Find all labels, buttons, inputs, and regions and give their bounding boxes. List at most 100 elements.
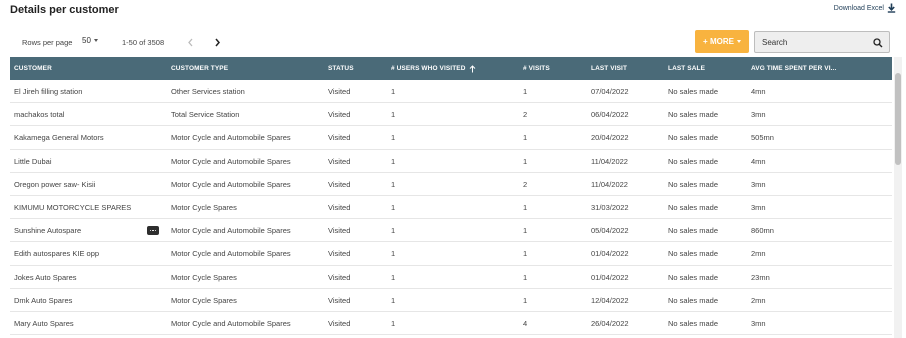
cell-last-sale: No sales made [668, 133, 719, 143]
cell-status: Visited [328, 295, 351, 305]
table-row[interactable]: Oregon power saw- Kisii Motor Cycle and A… [10, 173, 892, 196]
arrow-up-icon [469, 64, 475, 72]
cell-last-visit: 11/04/2022 [591, 179, 628, 189]
cell-last-sale: No sales made [668, 249, 719, 259]
cell-avg-time-spent: 2mn [751, 295, 766, 305]
table-row[interactable]: Dmk Auto Spares Motor Cycle Spares Visited… [10, 289, 892, 312]
cell-status: Visited [328, 318, 351, 328]
cell-customer-type: Motor Cycle and Automobile Spares [171, 318, 291, 328]
previous-page-button[interactable] [184, 35, 196, 49]
next-page-button[interactable] [211, 35, 223, 49]
cell-last-sale: No sales made [668, 87, 719, 96]
download-excel-button[interactable]: Download Excel [834, 3, 896, 13]
column-header-customer[interactable]: CUSTOMER [14, 57, 52, 80]
column-header-status[interactable]: STATUS [328, 57, 354, 80]
column-header-visits[interactable]: # VISITS [523, 57, 550, 80]
table-row[interactable]: Edith autospares KIE opp Motor Cycle and … [10, 242, 892, 266]
cell-last-visit: 06/04/2022 [591, 110, 629, 120]
cell-last-visit: 01/04/2022 [591, 249, 629, 259]
cell-customer: Little Dubai [14, 156, 52, 166]
more-button[interactable]: + MORE [695, 30, 749, 53]
cell-customer: Edith autospares KIE opp [14, 249, 100, 259]
cell-visits: 1 [523, 133, 528, 143]
cell-status: Visited [328, 156, 351, 166]
cell-users-who-visited: 1 [391, 87, 396, 96]
cell-customer: Dmk Auto Spares [14, 295, 73, 305]
cell-customer-type: Other Services station [171, 87, 245, 96]
chevron-down-icon [736, 40, 741, 43]
cell-last-visit: 26/04/2022 [591, 318, 629, 328]
column-header-users-who-visited[interactable]: # USERS WHO VISITED [391, 57, 476, 80]
cell-last-visit: 11/04/2022 [591, 156, 628, 166]
cell-customer-type: Motor Cycle and Automobile Spares [171, 179, 291, 189]
cell-customer: Sunshine Autospare [14, 226, 82, 236]
cell-customer: El Jireh filling station [14, 87, 83, 96]
cell-status: Visited [328, 202, 351, 212]
search-icon[interactable] [873, 38, 883, 48]
column-header-last-sale[interactable]: LAST SALE [668, 57, 705, 80]
cell-customer-type: Motor Cycle Spares [171, 272, 237, 282]
cell-users-who-visited: 1 [391, 295, 396, 305]
cell-last-visit: 05/04/2022 [591, 226, 629, 236]
cell-status: Visited [328, 272, 351, 282]
cell-customer: Mary Auto Spares [14, 318, 74, 328]
cell-customer: Jokes Auto Spares [14, 272, 77, 282]
cell-customer-type: Motor Cycle Spares [171, 295, 237, 305]
cell-status: Visited [328, 133, 351, 143]
cell-users-who-visited: 1 [391, 226, 396, 236]
cell-last-sale: No sales made [668, 295, 719, 305]
more-horizontal-icon[interactable] [147, 226, 159, 236]
column-header-customer-type[interactable]: CUSTOMER TYPE [171, 57, 228, 80]
cell-customer-type: Motor Cycle and Automobile Spares [171, 156, 291, 166]
rows-per-page-select[interactable]: 50 [82, 36, 98, 45]
cell-users-who-visited: 1 [391, 156, 396, 166]
table-row[interactable]: Jokes Auto Spares Motor Cycle Spares Visit… [10, 266, 892, 289]
cell-customer-type: Total Service Station [171, 110, 240, 120]
table-row[interactable]: Sunshine Autospare Motor Cycle and Automo… [10, 219, 892, 243]
scrollbar-thumb[interactable] [895, 73, 901, 165]
cell-users-who-visited: 1 [391, 272, 396, 282]
cell-customer: Kakamega General Motors [14, 133, 104, 143]
cell-last-sale: No sales made [668, 226, 719, 236]
cell-last-sale: No sales made [668, 202, 719, 212]
cell-last-sale: No sales made [668, 179, 719, 189]
cell-visits: 2 [523, 110, 528, 120]
cell-status: Visited [328, 87, 351, 96]
vertical-scrollbar[interactable] [894, 57, 902, 338]
column-header-last-visit[interactable]: LAST VISIT [591, 57, 627, 80]
cell-users-who-visited: 1 [391, 202, 396, 212]
table-row[interactable]: Kakamega General Motors Motor Cycle and A… [10, 126, 892, 150]
page-title: Details per customer [10, 4, 119, 16]
cell-status: Visited [328, 179, 351, 189]
chevron-down-icon [93, 39, 98, 42]
cell-users-who-visited: 1 [391, 249, 396, 259]
cell-avg-time-spent: 3mn [751, 202, 766, 212]
cell-avg-time-spent: 23mn [751, 272, 770, 282]
rows-per-page-label: Rows per page [22, 38, 73, 47]
cell-customer-type: Motor Cycle Spares [171, 202, 237, 212]
cell-visits: 1 [523, 295, 528, 305]
cell-avg-time-spent: 4mn [751, 87, 766, 96]
cell-visits: 1 [523, 272, 528, 282]
table-row[interactable]: machakos total Total Service Station Visit… [10, 103, 892, 127]
cell-status: Visited [328, 249, 351, 259]
cell-avg-time-spent: 4mn [751, 156, 766, 166]
table-row[interactable]: Mary Auto Spares Motor Cycle and Automobi… [10, 312, 892, 336]
table-row[interactable]: Little Dubai Motor Cycle and Automobile S… [10, 150, 892, 173]
rows-per-page-value: 50 [82, 36, 91, 45]
column-header-avg-time-spent[interactable]: AVG TIME SPENT PER VI... [751, 57, 836, 80]
cell-visits: 1 [523, 202, 528, 212]
cell-status: Visited [328, 110, 351, 120]
chevron-right-icon [214, 38, 220, 46]
table-row[interactable]: KIMUMU MOTORCYCLE SPARES Motor Cycle Spar… [10, 196, 892, 220]
cell-last-visit: 07/04/2022 [591, 87, 629, 96]
cell-avg-time-spent: 3mn [751, 318, 766, 328]
cell-last-sale: No sales made [668, 156, 719, 166]
table-row[interactable]: El Jireh filling station Other Services s… [10, 80, 892, 104]
cell-users-who-visited: 1 [391, 318, 396, 328]
cell-users-who-visited: 1 [391, 179, 396, 189]
cell-customer: Oregon power saw- Kisii [14, 179, 96, 189]
cell-avg-time-spent: 860mn [751, 226, 774, 236]
search-input[interactable] [755, 37, 865, 47]
cell-visits: 1 [523, 156, 528, 166]
